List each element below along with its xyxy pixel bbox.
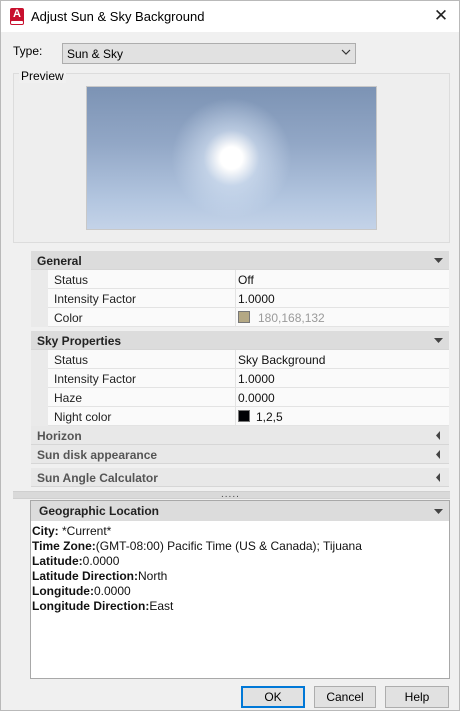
- property-key: Haze: [54, 391, 83, 405]
- property-key: Night color: [54, 410, 112, 424]
- property-value: 1.0000: [238, 292, 275, 306]
- general-status-row[interactable]: Status Off: [48, 270, 449, 289]
- property-value: Sky Background: [238, 353, 326, 367]
- general-color-row[interactable]: Color 180,168,132: [48, 308, 449, 327]
- category-horizon[interactable]: Horizon: [31, 426, 449, 445]
- category-sun-disk-appearance[interactable]: Sun disk appearance: [31, 445, 449, 464]
- geo-line: City: *Current*: [32, 524, 112, 538]
- geo-line: Longitude Direction:East: [32, 599, 174, 613]
- autocad-app-icon: A: [10, 8, 24, 25]
- geo-details: City: *Current* Time Zone:(GMT-08:00) Pa…: [32, 524, 362, 614]
- property-value: 1,2,5: [256, 410, 283, 424]
- close-button[interactable]: ✕: [429, 5, 453, 27]
- collapse-arrow-icon[interactable]: [434, 256, 443, 265]
- property-value: 0.0000: [238, 391, 275, 405]
- type-dropdown-value: Sun & Sky: [67, 47, 124, 61]
- geo-line: Time Zone:(GMT-08:00) Pacific Time (US &…: [32, 539, 362, 553]
- splitter-grip-icon[interactable]: .....: [221, 489, 240, 500]
- geo-title: Geographic Location: [39, 504, 160, 518]
- property-value: 180,168,132: [258, 311, 325, 325]
- ok-button[interactable]: OK: [241, 686, 305, 708]
- expand-arrow-icon[interactable]: [434, 431, 443, 440]
- expand-arrow-icon[interactable]: [434, 450, 443, 459]
- color-swatch: [238, 311, 250, 323]
- property-key: Status: [54, 273, 89, 287]
- property-key: Intensity Factor: [54, 292, 137, 306]
- sky-left-gutter: [31, 350, 48, 426]
- sun-sky-preview-image: [86, 86, 377, 230]
- help-button[interactable]: Help: [385, 686, 449, 708]
- sky-haze-row[interactable]: Haze 0.0000: [48, 388, 449, 407]
- color-swatch: [238, 410, 250, 422]
- sky-status-row[interactable]: Status Sky Background: [48, 350, 449, 369]
- geo-line: Longitude:0.0000: [32, 584, 131, 598]
- category-geographic-location[interactable]: Geographic Location: [31, 501, 449, 521]
- expand-arrow-icon[interactable]: [434, 473, 443, 482]
- window-title: Adjust Sun & Sky Background: [31, 9, 205, 24]
- property-key: Intensity Factor: [54, 372, 137, 386]
- dialog: A Adjust Sun & Sky Background ✕ Type: Su…: [0, 0, 460, 711]
- collapse-arrow-icon[interactable]: [434, 336, 443, 345]
- geographic-location-panel: Geographic Location City: *Current* Time…: [30, 500, 450, 679]
- preview-label: Preview: [19, 69, 66, 83]
- category-sun-disk-label: Sun disk appearance: [37, 448, 158, 462]
- cancel-button[interactable]: Cancel: [314, 686, 376, 708]
- sky-night-color-row[interactable]: Night color 1,2,5: [48, 407, 449, 426]
- type-label: Type:: [13, 44, 43, 58]
- category-sun-angle-label: Sun Angle Calculator: [37, 471, 158, 485]
- title-bar: A Adjust Sun & Sky Background ✕: [1, 1, 459, 32]
- type-dropdown[interactable]: Sun & Sky: [62, 43, 356, 64]
- property-value: 1.0000: [238, 372, 275, 386]
- geo-line: Latitude:0.0000: [32, 554, 120, 568]
- close-icon[interactable]: ✕: [434, 6, 448, 25]
- property-key: Status: [54, 353, 89, 367]
- category-general-label: General: [37, 254, 82, 268]
- general-intensity-row[interactable]: Intensity Factor 1.0000: [48, 289, 449, 308]
- general-left-gutter: [31, 270, 48, 327]
- chevron-down-icon: [341, 49, 351, 55]
- property-value: Off: [238, 273, 254, 287]
- category-sky-properties[interactable]: Sky Properties: [31, 331, 449, 350]
- geo-line: Latitude Direction:North: [32, 569, 168, 583]
- sky-intensity-row[interactable]: Intensity Factor 1.0000: [48, 369, 449, 388]
- property-key: Color: [54, 311, 83, 325]
- category-sky-label: Sky Properties: [37, 334, 122, 348]
- category-general[interactable]: General: [31, 251, 449, 270]
- category-sun-angle-calculator[interactable]: Sun Angle Calculator: [31, 468, 449, 487]
- category-horizon-label: Horizon: [37, 429, 82, 443]
- collapse-arrow-icon[interactable]: [434, 507, 443, 516]
- panel-splitter[interactable]: .....: [13, 489, 450, 500]
